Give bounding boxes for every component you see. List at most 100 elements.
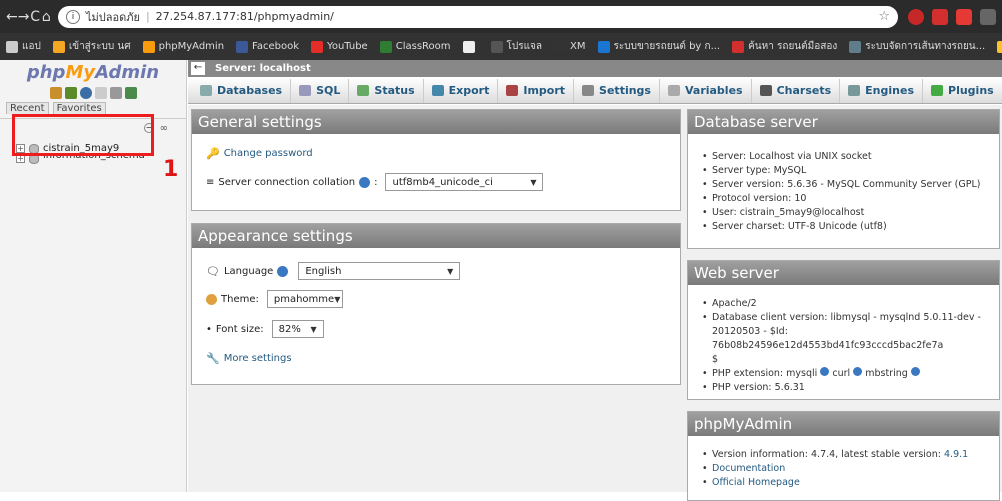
- tab-favorites[interactable]: Favorites: [52, 102, 106, 114]
- bookmark-icon: [6, 40, 18, 53]
- extension-icon[interactable]: [908, 8, 924, 25]
- back-arrow-icon[interactable]: ←: [6, 6, 18, 28]
- bookmark-icon: [997, 40, 1002, 53]
- list-item: Version information: 4.7.4, latest stabl…: [702, 448, 968, 462]
- home-icon[interactable]: [49, 87, 62, 99]
- bookmark-item[interactable]: เข้าสู่ระบบ นศ: [52, 39, 131, 54]
- font-size-select[interactable]: 82% ▼: [271, 320, 324, 338]
- bookmark-label: XM: [570, 41, 586, 52]
- bookmark-label: ClassRoom: [395, 41, 451, 52]
- bookmark-item[interactable]: ค้นหา รถยนต์มือสอง: [732, 39, 837, 54]
- bookmark-item[interactable]: ClassRoom: [379, 40, 451, 53]
- collapse-arrow-icon[interactable]: ←: [191, 62, 205, 75]
- latest-version-link[interactable]: 4.9.1: [944, 449, 968, 460]
- tab-import[interactable]: Import: [498, 78, 575, 103]
- docs-icon[interactable]: [94, 87, 107, 99]
- server-breadcrumb-bar: ← Server: localhost: [188, 60, 1002, 77]
- database-server-panel: Database server Server: Localhost via UN…: [687, 109, 1000, 249]
- tab-label: Engines: [865, 84, 915, 97]
- list-item: Protocol version: 10: [702, 192, 980, 206]
- tab-engines[interactable]: Engines: [840, 78, 924, 103]
- help-icon[interactable]: [79, 87, 92, 99]
- general-settings-panel: General settings 🔑 Change password ≡ Ser…: [191, 109, 681, 211]
- tab-databases[interactable]: Databases: [192, 78, 292, 103]
- tab-label: Import: [523, 84, 566, 97]
- theme-select[interactable]: pmahomme ▼: [266, 290, 343, 308]
- address-bar[interactable]: i ไม่ปลอดภัย | 27.254.87.177:81/phpmyadm…: [58, 5, 898, 28]
- change-password-link[interactable]: Change password: [224, 148, 313, 159]
- db-client-line-1: Database client version: libmysql - mysq…: [712, 312, 981, 323]
- reload-icon[interactable]: C: [29, 6, 40, 28]
- main-content: General settings 🔑 Change password ≡ Ser…: [188, 105, 1002, 501]
- version-text: Version information: 4.7.4, latest stabl…: [712, 449, 941, 460]
- reload-icon[interactable]: [124, 87, 137, 99]
- bookmark-icon: [142, 40, 155, 53]
- collation-select[interactable]: utf8mb4_unicode_ci ▼: [385, 173, 544, 191]
- link-icon[interactable]: ∞: [160, 123, 168, 134]
- tab-status[interactable]: Status: [349, 78, 424, 103]
- homepage-link[interactable]: Official Homepage: [712, 477, 800, 488]
- bookmark-item[interactable]: บุ๊กมาร์กอื่น: [997, 39, 1002, 54]
- bookmark-item[interactable]: ระบบจัดการเส้นทางรถยน...: [849, 39, 985, 54]
- server-breadcrumb[interactable]: Server: localhost: [215, 63, 311, 74]
- tab-sql[interactable]: SQL: [291, 78, 350, 103]
- pdf-extension-icon[interactable]: [956, 8, 972, 25]
- tab-variables[interactable]: Variables: [660, 78, 752, 103]
- home-icon[interactable]: ⌂: [41, 6, 52, 28]
- engines-icon: [848, 85, 861, 96]
- help-icon[interactable]: [853, 367, 863, 376]
- info-icon[interactable]: i: [66, 9, 80, 24]
- tab-recent[interactable]: Recent: [6, 102, 49, 114]
- tab-settings[interactable]: Settings: [574, 78, 660, 103]
- bookmark-icon: [311, 40, 324, 53]
- forward-arrow-icon[interactable]: →: [18, 6, 30, 28]
- help-icon[interactable]: [820, 367, 830, 376]
- help-icon[interactable]: [277, 265, 289, 277]
- database-server-title: Database server: [688, 110, 999, 134]
- tab-label: Settings: [599, 84, 651, 97]
- language-row: 🗨 Language English ▼: [206, 262, 461, 280]
- bookmark-icon: [462, 40, 475, 53]
- extension-icon[interactable]: [932, 8, 948, 25]
- bookmark-icon: [732, 40, 745, 53]
- bookmark-item[interactable]: phpMyAdmin: [142, 40, 224, 53]
- variables-icon: [667, 85, 680, 96]
- sql-icon: [299, 85, 312, 96]
- extensions: [908, 8, 996, 25]
- bookmark-label: Facebook: [252, 41, 300, 52]
- tab-charsets[interactable]: Charsets: [752, 78, 841, 103]
- php-ext-label: PHP extension: mysqli: [712, 368, 818, 379]
- recent-favorites-tabs: Recent Favorites: [6, 102, 186, 114]
- bookmark-item[interactable]: ระบบขายรถยนต์ by ก...: [597, 39, 720, 54]
- bookmark-item[interactable]: Facebook: [236, 40, 300, 53]
- phpmyadmin-logo[interactable]: phpMyAdmin: [0, 60, 186, 84]
- chevron-down-icon: ▼: [447, 266, 454, 276]
- chevron-down-icon: ▼: [530, 177, 537, 187]
- collation-row: ≡ Server connection collation : utf8mb4_…: [206, 173, 544, 191]
- bookmark-label: แอป: [22, 41, 41, 52]
- gear-icon[interactable]: [109, 87, 122, 99]
- more-settings-link[interactable]: More settings: [224, 353, 292, 364]
- list-item: Database client version: libmysql - mysq…: [702, 311, 998, 367]
- bookmark-item[interactable]: XM: [554, 40, 586, 53]
- font-size-value: 82%: [278, 323, 301, 335]
- star-icon[interactable]: ☆: [878, 9, 890, 24]
- documentation-link[interactable]: Documentation: [712, 463, 785, 474]
- logout-icon[interactable]: [64, 87, 77, 99]
- logo-my: My: [65, 62, 96, 83]
- puzzle-icon[interactable]: [980, 8, 996, 25]
- security-label: ไม่ปลอดภัย: [86, 10, 140, 24]
- chevron-down-icon: ▼: [310, 324, 317, 334]
- bookmark-item[interactable]: YouTube: [311, 40, 368, 53]
- language-select[interactable]: English ▼: [298, 262, 461, 280]
- tab-export[interactable]: Export: [424, 78, 499, 103]
- help-icon[interactable]: [910, 367, 920, 376]
- bookmark-item[interactable]: โปรแจล: [490, 39, 542, 54]
- tab-label: Variables: [684, 84, 743, 97]
- tab-plugins[interactable]: Plugins: [923, 78, 1002, 103]
- bookmark-item[interactable]: [462, 40, 479, 53]
- databases-icon: [200, 85, 212, 96]
- bookmark-item[interactable]: แอป: [6, 39, 41, 54]
- help-icon[interactable]: [359, 176, 371, 188]
- wrench-icon: 🔧: [206, 352, 220, 365]
